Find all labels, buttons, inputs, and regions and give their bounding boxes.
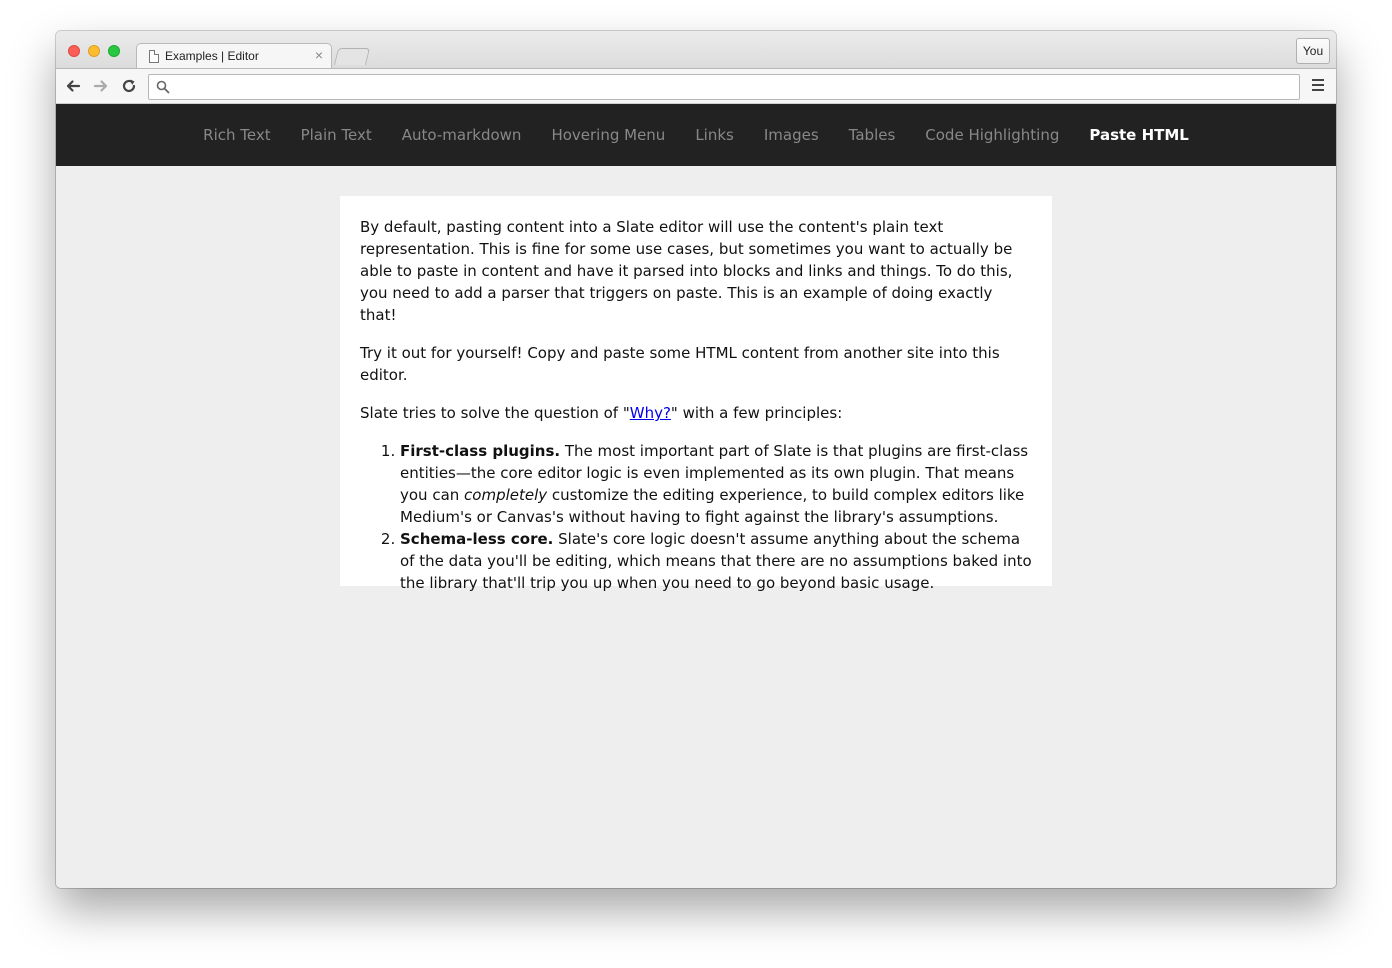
nav-item-hovering-menu[interactable]: Hovering Menu: [551, 126, 665, 144]
list-item: Schema-less core. Slate's core logic doe…: [400, 528, 1032, 594]
reload-icon[interactable]: [119, 75, 139, 97]
paragraph: By default, pasting content into a Slate…: [360, 218, 1013, 324]
list-item-emphasis: completely: [464, 486, 548, 504]
tab-title: Examples | Editor: [165, 49, 259, 63]
why-link[interactable]: Why?: [630, 404, 671, 422]
nav-item-auto-markdown[interactable]: Auto-markdown: [402, 126, 522, 144]
search-icon: [156, 80, 170, 94]
close-icon[interactable]: ×: [315, 47, 323, 63]
list-item-title: First-class plugins.: [400, 442, 561, 460]
nav-item-code-highlighting[interactable]: Code Highlighting: [925, 126, 1059, 144]
forward-arrow-icon[interactable]: [91, 75, 111, 97]
list-item: First-class plugins. The most important …: [400, 440, 1032, 528]
browser-tab[interactable]: Examples | Editor ×: [136, 43, 332, 69]
zoom-window-button[interactable]: [108, 45, 120, 57]
list-item-title: Schema-less core.: [400, 530, 554, 548]
page-content: Rich Text Plain Text Auto-markdown Hovering…: [56, 104, 1336, 888]
paragraph: Try it out for yourself! Copy and paste …: [360, 344, 1000, 384]
browser-window: Examples | Editor × You Rich Text Plain …: [56, 31, 1336, 888]
page-icon: [149, 50, 159, 63]
paragraph-text: Slate tries to solve the question of ": [360, 404, 630, 422]
nav-item-links[interactable]: Links: [695, 126, 734, 144]
menu-icon[interactable]: [1312, 79, 1326, 93]
nav-item-paste-html[interactable]: Paste HTML: [1089, 126, 1188, 144]
profile-button[interactable]: You: [1296, 38, 1330, 64]
back-arrow-icon[interactable]: [63, 75, 83, 97]
examples-nav: Rich Text Plain Text Auto-markdown Hovering…: [56, 104, 1336, 166]
paragraph: Slate tries to solve the question of "Wh…: [360, 402, 1032, 424]
close-window-button[interactable]: [68, 45, 80, 57]
nav-item-rich-text[interactable]: Rich Text: [203, 126, 270, 144]
address-bar[interactable]: [148, 74, 1300, 100]
paragraph-text: " with a few principles:: [670, 404, 843, 422]
nav-item-tables[interactable]: Tables: [849, 126, 896, 144]
title-bar: Examples | Editor × You: [56, 31, 1336, 69]
editor[interactable]: By default, pasting content into a Slate…: [340, 196, 1052, 592]
address-input[interactable]: [177, 78, 1287, 96]
minimize-window-button[interactable]: [88, 45, 100, 57]
new-tab-button[interactable]: [333, 48, 371, 65]
browser-toolbar: [56, 68, 1336, 104]
nav-item-images[interactable]: Images: [764, 126, 819, 144]
principles-list: First-class plugins. The most important …: [400, 440, 1032, 594]
nav-item-plain-text[interactable]: Plain Text: [301, 126, 372, 144]
